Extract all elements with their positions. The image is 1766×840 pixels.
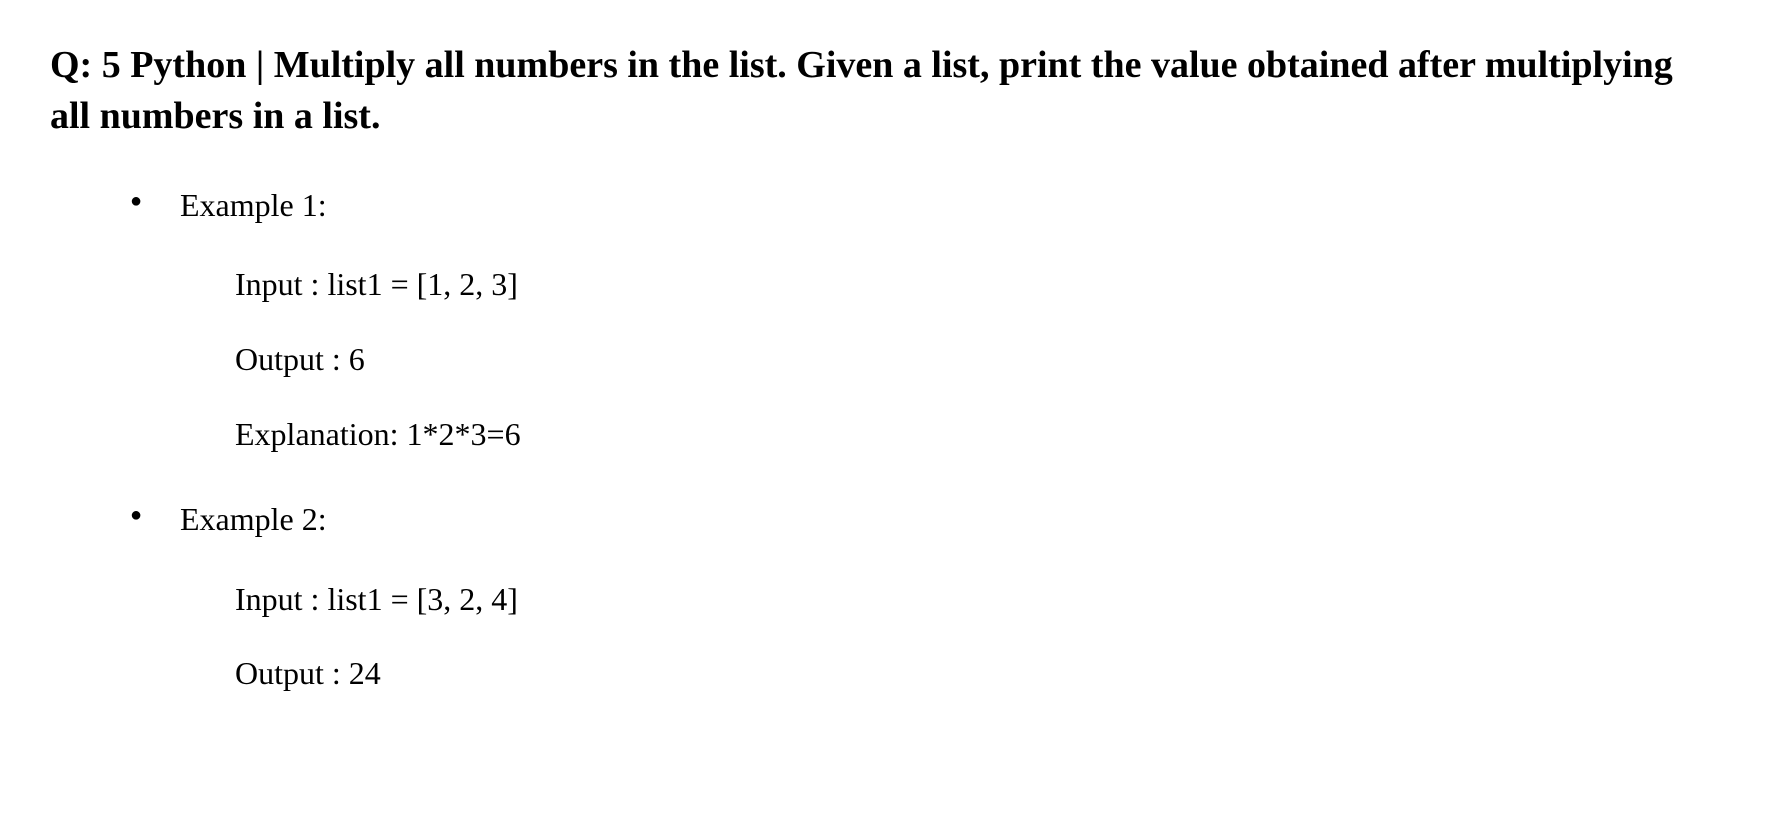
example-body: Input : list1 = [3, 2, 4] Output : 24 — [180, 577, 1716, 697]
example-item: Example 2: Input : list1 = [3, 2, 4] Out… — [180, 497, 1716, 696]
example-body: Input : list1 = [1, 2, 3] Output : 6 Exp… — [180, 262, 1716, 456]
example-item: Example 1: Input : list1 = [1, 2, 3] Out… — [180, 183, 1716, 457]
example-title: Example 2: — [180, 497, 1716, 542]
example-input: Input : list1 = [1, 2, 3] — [235, 262, 1716, 307]
example-input: Input : list1 = [3, 2, 4] — [235, 577, 1716, 622]
question-heading: Q: 5 Python | Multiply all numbers in th… — [50, 40, 1716, 143]
example-explanation: Explanation: 1*2*3=6 — [235, 412, 1716, 457]
examples-list: Example 1: Input : list1 = [1, 2, 3] Out… — [50, 183, 1716, 697]
example-title: Example 1: — [180, 183, 1716, 228]
example-output: Output : 6 — [235, 337, 1716, 382]
example-output: Output : 24 — [235, 651, 1716, 696]
